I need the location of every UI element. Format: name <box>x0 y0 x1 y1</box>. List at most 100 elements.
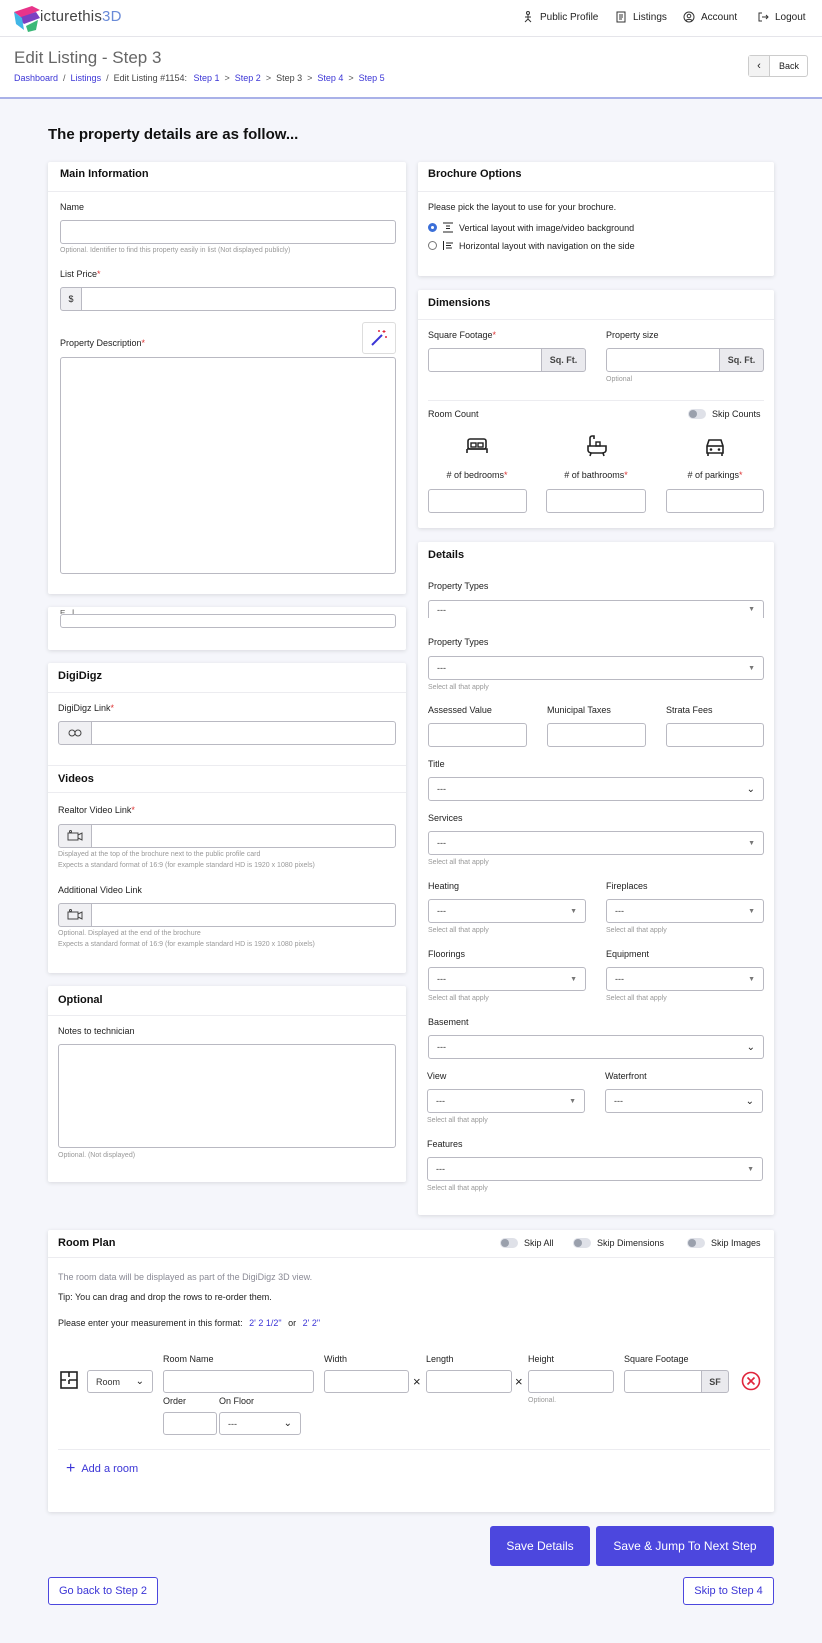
skip-all-label: Skip All <box>524 1238 554 1248</box>
property-types-select[interactable]: --- ▼ <box>428 656 764 680</box>
parkings-label-text: # of parkings <box>687 470 739 480</box>
room-plan-title: Room Plan <box>48 1230 774 1258</box>
skip-images-toggle[interactable]: Skip Images <box>687 1238 761 1248</box>
room-sqft-input[interactable] <box>624 1370 702 1393</box>
brochure-option-vertical-label: Vertical layout with image/video backgro… <box>459 222 635 233</box>
nav-logout-label: Logout <box>775 11 806 23</box>
save-details-button[interactable]: Save Details <box>490 1526 590 1566</box>
list-price-input[interactable] <box>81 287 396 311</box>
fireplaces-select[interactable]: --- ▼ <box>606 899 764 923</box>
add-room-button[interactable]: + Add a room <box>66 1461 139 1477</box>
video-addon <box>58 824 92 848</box>
equipment-select[interactable]: --- ▼ <box>606 967 764 991</box>
radio-horizontal[interactable] <box>428 241 437 250</box>
radio-vertical[interactable] <box>428 223 437 232</box>
back-button[interactable]: ‹ Back <box>748 55 808 77</box>
heating-hint: Select all that apply <box>428 927 489 934</box>
digidigz-title: DigiDigz <box>48 663 406 693</box>
save-and-next-button[interactable]: Save & Jump To Next Step <box>596 1526 774 1566</box>
times-sign: × <box>515 1374 523 1389</box>
description-label-text: Property Description <box>60 338 142 348</box>
bedrooms-input[interactable] <box>428 489 527 513</box>
select-value: --- <box>436 1096 445 1106</box>
realtor-video-input[interactable] <box>91 824 396 848</box>
skip-step-button[interactable]: Skip to Step 4 <box>683 1577 774 1605</box>
caret-down-icon: ▼ <box>748 975 755 983</box>
breadcrumb-step5[interactable]: Step 5 <box>359 73 385 83</box>
additional-video-input[interactable] <box>91 903 396 927</box>
divider <box>428 400 764 401</box>
magic-wand-button[interactable] <box>362 322 396 354</box>
bathrooms-input[interactable] <box>546 489 646 513</box>
skip-dimensions-toggle[interactable]: Skip Dimensions <box>573 1238 664 1248</box>
select-value: --- <box>436 1164 445 1174</box>
nav-account[interactable]: Account <box>683 11 737 23</box>
brochure-option-vertical[interactable]: Vertical layout with image/video backgro… <box>428 222 634 233</box>
select-value: --- <box>615 974 624 984</box>
waterfront-select[interactable]: --- ⌄ <box>605 1089 763 1113</box>
services-select[interactable]: --- ▼ <box>428 831 764 855</box>
breadcrumb-listings[interactable]: Listings <box>71 73 102 83</box>
basement-select[interactable]: --- ⌄ <box>428 1035 764 1059</box>
order-input[interactable] <box>163 1412 217 1435</box>
width-input[interactable] <box>324 1370 409 1393</box>
breadcrumb-step3: Step 3 <box>276 73 303 83</box>
name-input[interactable] <box>60 220 396 244</box>
select-value: --- <box>437 838 446 848</box>
remove-room-icon[interactable] <box>741 1371 761 1391</box>
list-price-label-text: List Price <box>60 269 98 279</box>
skip-images-switch[interactable] <box>687 1238 705 1248</box>
digidigz-link-input[interactable] <box>91 721 396 745</box>
features-select[interactable]: --- ▼ <box>427 1157 763 1181</box>
floorings-select[interactable]: --- ▼ <box>428 967 586 991</box>
title-select[interactable]: --- ⌄ <box>428 777 764 801</box>
strata-fees-input[interactable] <box>666 723 764 747</box>
skip-counts-toggle[interactable]: Skip Counts <box>688 409 761 419</box>
view-select[interactable]: --- ▼ <box>427 1089 585 1113</box>
brochure-option-horizontal[interactable]: Horizontal layout with navigation on the… <box>428 240 635 251</box>
nav-logout[interactable]: Logout <box>757 11 806 23</box>
breadcrumb-step2[interactable]: Step 2 <box>235 73 261 83</box>
go-back-button[interactable]: Go back to Step 2 <box>48 1577 158 1605</box>
sqft-input[interactable] <box>428 348 542 372</box>
chevron-left-icon: ‹ <box>749 56 770 76</box>
assessed-value-input[interactable] <box>428 723 527 747</box>
property-types-hint: Select all that apply <box>428 684 489 691</box>
municipal-taxes-input[interactable] <box>547 723 646 747</box>
floorings-label: Floorings <box>428 949 466 959</box>
property-types-select-1[interactable]: --- ▼ <box>428 600 764 618</box>
length-input[interactable] <box>426 1370 512 1393</box>
floor-plan-icon[interactable] <box>60 1371 78 1389</box>
breadcrumb-dashboard[interactable]: Dashboard <box>14 73 58 83</box>
divider <box>58 1449 770 1450</box>
breadcrumb-arrow: > <box>307 73 313 83</box>
property-size-input[interactable] <box>606 348 720 372</box>
description-textarea[interactable] <box>60 357 396 574</box>
room-name-input[interactable] <box>163 1370 314 1393</box>
room-type-select[interactable]: Room ⌄ <box>87 1370 153 1393</box>
breadcrumb-step1[interactable]: Step 1 <box>193 73 219 83</box>
add-room-label: Add a room <box>81 1463 139 1475</box>
bedrooms-label: # of bedrooms* <box>428 470 526 480</box>
on-floor-select[interactable]: --- ⌄ <box>219 1412 301 1435</box>
user-circle-icon <box>683 11 695 23</box>
bathrooms-label: # of bathrooms* <box>546 470 646 480</box>
height-input[interactable] <box>528 1370 614 1393</box>
parkings-input[interactable] <box>666 489 764 513</box>
height-hint: Optional. <box>528 1397 557 1404</box>
sqft-label: Square Footage* <box>428 330 496 340</box>
nav-public-profile[interactable]: Public Profile <box>522 11 598 23</box>
notes-textarea[interactable] <box>58 1044 396 1148</box>
breadcrumb-step4[interactable]: Step 4 <box>317 73 343 83</box>
heating-select[interactable]: --- ▼ <box>428 899 586 923</box>
nav-listings[interactable]: Listings <box>615 11 667 23</box>
skip-all-toggle[interactable]: Skip All <box>500 1238 554 1248</box>
select-value: --- <box>614 1096 623 1106</box>
caret-down-icon: ▼ <box>569 1097 576 1105</box>
features-label: Features <box>427 1139 463 1149</box>
skip-counts-switch[interactable] <box>688 409 706 419</box>
skip-all-switch[interactable] <box>500 1238 518 1248</box>
digidigz-link-label: DigiDigz Link* <box>58 703 114 713</box>
collapsed-card-textarea[interactable] <box>60 614 396 628</box>
skip-dimensions-switch[interactable] <box>573 1238 591 1248</box>
